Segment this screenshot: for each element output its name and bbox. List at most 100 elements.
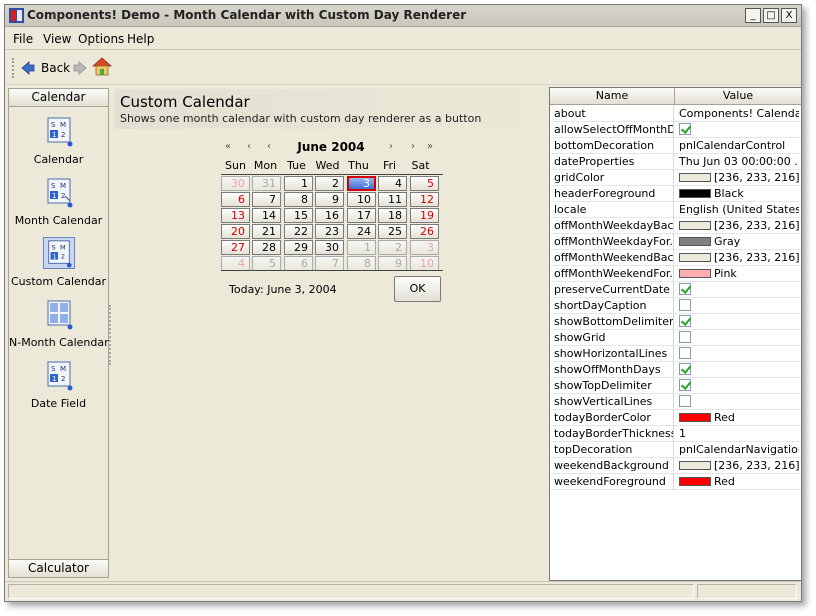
property-checkbox[interactable]: [679, 347, 691, 359]
day-cell[interactable]: 10: [347, 192, 376, 207]
prev-month-button[interactable]: ‹: [247, 141, 251, 152]
property-row[interactable]: dateProperties Thu Jun 03 00:00:00 ...: [550, 154, 801, 170]
day-cell[interactable]: 14: [252, 208, 281, 223]
property-value[interactable]: [675, 346, 799, 362]
forward-button[interactable]: [73, 57, 87, 79]
day-cell[interactable]: 15: [284, 208, 313, 223]
property-value[interactable]: [675, 314, 799, 330]
day-cell[interactable]: 31: [252, 176, 281, 191]
property-row[interactable]: bottomDecoration pnlCalendarControl: [550, 138, 801, 154]
column-header-value[interactable]: Value: [675, 88, 801, 105]
today-label[interactable]: Today: June 3, 2004: [229, 283, 337, 296]
day-cell[interactable]: 5: [410, 176, 439, 191]
day-cell[interactable]: 7: [252, 192, 281, 207]
property-checkbox[interactable]: [679, 283, 691, 295]
day-cell[interactable]: 5: [252, 256, 281, 271]
property-value[interactable]: Gray: [675, 234, 799, 250]
day-cell[interactable]: 28: [252, 240, 281, 255]
day-cell[interactable]: 25: [378, 224, 407, 239]
sidebar-item-custom-calendar[interactable]: S M 1 2 Custom Calendar: [9, 237, 108, 295]
day-cell[interactable]: 8: [347, 256, 376, 271]
property-row[interactable]: showGrid: [550, 330, 801, 346]
maximize-button[interactable]: □: [763, 8, 779, 23]
property-checkbox[interactable]: [679, 123, 691, 135]
day-cell[interactable]: 1: [284, 176, 313, 191]
day-cell[interactable]: 4: [221, 256, 250, 271]
property-row[interactable]: preserveCurrentDate: [550, 282, 801, 298]
property-row[interactable]: weekendBackground [236, 233, 216]: [550, 458, 801, 474]
property-value[interactable]: Red: [675, 410, 799, 426]
day-cell[interactable]: 9: [378, 256, 407, 271]
property-row[interactable]: showOffMonthDays: [550, 362, 801, 378]
property-checkbox[interactable]: [679, 395, 691, 407]
day-cell[interactable]: 26: [410, 224, 439, 239]
day-cell[interactable]: 30: [221, 176, 250, 191]
property-checkbox[interactable]: [679, 331, 691, 343]
minimize-button[interactable]: _: [745, 8, 761, 23]
menu-help[interactable]: Help: [127, 32, 154, 46]
day-cell[interactable]: 22: [284, 224, 313, 239]
property-value[interactable]: [236, 233, 216]: [675, 218, 799, 234]
next-month-button[interactable]: ›: [411, 141, 415, 152]
property-checkbox[interactable]: [679, 315, 691, 327]
property-value[interactable]: [236, 233, 216]: [675, 250, 799, 266]
property-value[interactable]: Pink: [675, 266, 799, 282]
day-cell[interactable]: 24: [347, 224, 376, 239]
day-cell[interactable]: 12: [410, 192, 439, 207]
splitter-handle[interactable]: [109, 305, 112, 365]
property-value[interactable]: Black: [675, 186, 799, 202]
property-row[interactable]: offMonthWeekdayBac... [236, 233, 216]: [550, 218, 801, 234]
day-cell[interactable]: 7: [315, 256, 344, 271]
prev-page-button[interactable]: ‹: [267, 141, 271, 152]
property-checkbox[interactable]: [679, 379, 691, 391]
day-cell[interactable]: 29: [284, 240, 313, 255]
property-row[interactable]: showBottomDelimiter: [550, 314, 801, 330]
property-checkbox[interactable]: [679, 299, 691, 311]
property-value[interactable]: [675, 282, 799, 298]
day-cell[interactable]: 30: [315, 240, 344, 255]
property-row[interactable]: gridColor [236, 233, 216]: [550, 170, 801, 186]
prev-year-button[interactable]: «: [225, 141, 231, 152]
column-header-name[interactable]: Name: [550, 88, 675, 105]
property-checkbox[interactable]: [679, 363, 691, 375]
property-value[interactable]: pnlCalendarControl: [675, 138, 799, 154]
day-cell[interactable]: 9: [315, 192, 344, 207]
sidebar-item-month-calendar[interactable]: S M 1 2 Month Calendar: [9, 176, 108, 234]
property-value[interactable]: pnlCalendarNavigation: [675, 442, 799, 458]
property-value[interactable]: [236, 233, 216]: [675, 170, 799, 186]
day-cell[interactable]: 8: [284, 192, 313, 207]
day-cell[interactable]: 4: [378, 176, 407, 191]
day-cell[interactable]: 18: [378, 208, 407, 223]
toolbar-grip[interactable]: [12, 58, 14, 78]
day-cell[interactable]: 17: [347, 208, 376, 223]
property-value[interactable]: [675, 330, 799, 346]
property-row[interactable]: showTopDelimiter: [550, 378, 801, 394]
next-page-button[interactable]: ›: [389, 141, 393, 152]
property-value[interactable]: [675, 122, 799, 138]
property-row[interactable]: todayBorderThickness 1: [550, 426, 801, 442]
menu-file[interactable]: File: [13, 32, 33, 46]
day-cell[interactable]: 23: [315, 224, 344, 239]
property-row[interactable]: todayBorderColor Red: [550, 410, 801, 426]
property-value[interactable]: 1: [675, 426, 799, 442]
sidebar-item-n-month-calendar[interactable]: N-Month Calendar: [9, 298, 109, 356]
sidebar-item-date-field[interactable]: S M 1 2 Date Field: [9, 359, 108, 417]
day-cell[interactable]: 19: [410, 208, 439, 223]
property-row[interactable]: showHorizontalLines: [550, 346, 801, 362]
menu-options[interactable]: Options: [78, 32, 124, 46]
sidebar-header[interactable]: Calendar: [9, 89, 108, 107]
close-button[interactable]: X: [781, 8, 797, 23]
property-value[interactable]: Red: [675, 474, 799, 490]
day-cell[interactable]: 3: [410, 240, 439, 255]
property-row[interactable]: allowSelectOffMonthD...: [550, 122, 801, 138]
property-row[interactable]: about Components! Calenda...: [550, 106, 801, 122]
day-cell[interactable]: 10: [410, 256, 439, 271]
day-cell[interactable]: 27: [221, 240, 250, 255]
home-button[interactable]: [91, 55, 113, 77]
property-row[interactable]: weekendForeground Red: [550, 474, 801, 490]
property-row[interactable]: offMonthWeekendFor... Pink: [550, 266, 801, 282]
property-value[interactable]: [236, 233, 216]: [675, 458, 799, 474]
property-value[interactable]: [675, 362, 799, 378]
sidebar-item-calendar[interactable]: S M 1 2 Calendar: [9, 115, 108, 173]
day-cell[interactable]: 21: [252, 224, 281, 239]
